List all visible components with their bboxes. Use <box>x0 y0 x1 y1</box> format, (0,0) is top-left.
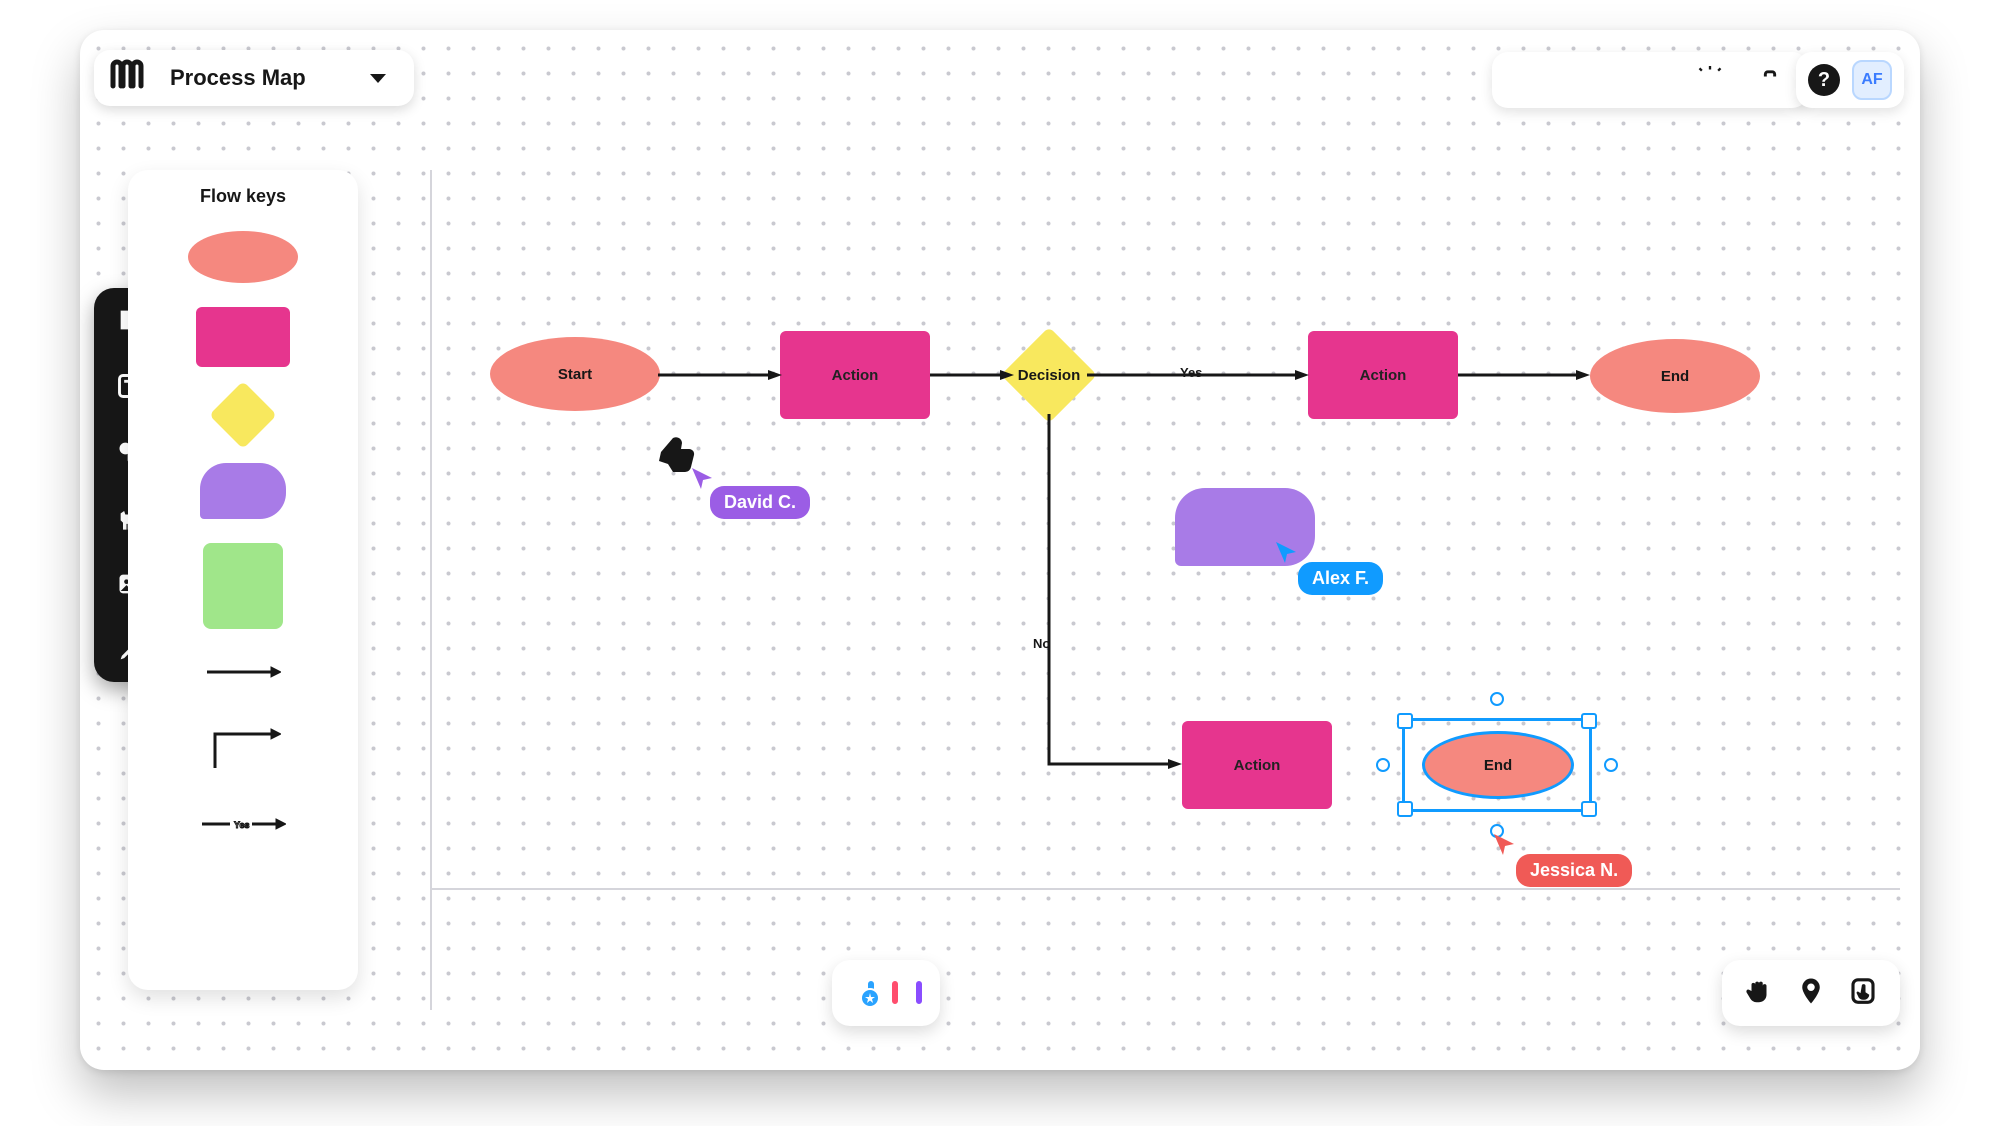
palette-note-shape[interactable] <box>128 543 358 629</box>
edge-action2-end1[interactable] <box>1458 370 1592 384</box>
chevron-down-icon <box>370 74 386 83</box>
node-action-1[interactable]: Action <box>780 331 930 419</box>
flow-keys-palette: Flow keys Yes <box>128 170 358 990</box>
map-view-tool[interactable] <box>1796 976 1826 1011</box>
app-logo <box>110 59 146 98</box>
edge-decision-no[interactable] <box>1046 414 1186 770</box>
node-action-3[interactable]: Action <box>1182 721 1332 809</box>
palette-title: Flow keys <box>128 186 358 207</box>
top-right-bar: ? AF <box>1796 52 1904 108</box>
edge-label-yes: Yes <box>1180 365 1202 380</box>
view-mode-bar <box>1722 960 1900 1026</box>
edge-label-no: No <box>1033 636 1050 651</box>
collaborator-cursor-alex: Alex F. <box>1280 544 1383 595</box>
toolbox-icon[interactable] <box>1754 64 1786 96</box>
node-decision[interactable]: Decision <box>1008 334 1090 416</box>
presence-bar <box>832 960 940 1026</box>
top-toolbar <box>1492 52 1808 108</box>
timer-icon[interactable] <box>1514 64 1546 96</box>
help-button[interactable]: ? <box>1808 64 1840 96</box>
collaborator-cursor-jessica: Jessica N. <box>1498 836 1632 887</box>
node-start[interactable]: Start <box>490 337 660 411</box>
node-end-1[interactable]: End <box>1590 339 1760 413</box>
vote-icon[interactable] <box>1574 64 1606 96</box>
palette-rounded-shape[interactable] <box>128 463 358 519</box>
edge-action1-decision[interactable] <box>930 370 1016 384</box>
board-title-selector[interactable]: Process Map <box>94 50 414 106</box>
palette-process-shape[interactable] <box>128 307 358 367</box>
palette-terminator-shape[interactable] <box>128 231 358 283</box>
current-user-avatar[interactable]: AF <box>1852 60 1892 100</box>
palette-labeled-arrow[interactable]: Yes <box>200 817 286 836</box>
private-mode-icon[interactable] <box>1634 64 1666 96</box>
palette-straight-arrow[interactable] <box>205 665 281 684</box>
node-end-2[interactable]: End <box>1422 731 1574 799</box>
touch-mode-tool[interactable] <box>1848 976 1878 1011</box>
hand-pan-tool[interactable] <box>1744 976 1774 1011</box>
palette-decision-shape[interactable] <box>128 391 358 439</box>
participant-avatar-1[interactable] <box>868 984 874 1002</box>
edge-start-action1[interactable] <box>658 370 784 384</box>
participant-avatar-3[interactable] <box>916 984 922 1002</box>
collaborator-cursor-david: David C. <box>654 430 810 519</box>
svg-text:Yes: Yes <box>234 820 250 830</box>
node-action-2[interactable]: Action <box>1308 331 1458 419</box>
palette-elbow-arrow[interactable] <box>205 724 281 777</box>
participant-avatar-2[interactable] <box>892 984 898 1002</box>
board-title: Process Map <box>170 65 306 91</box>
cursor-spotlight-icon[interactable] <box>1694 64 1726 96</box>
